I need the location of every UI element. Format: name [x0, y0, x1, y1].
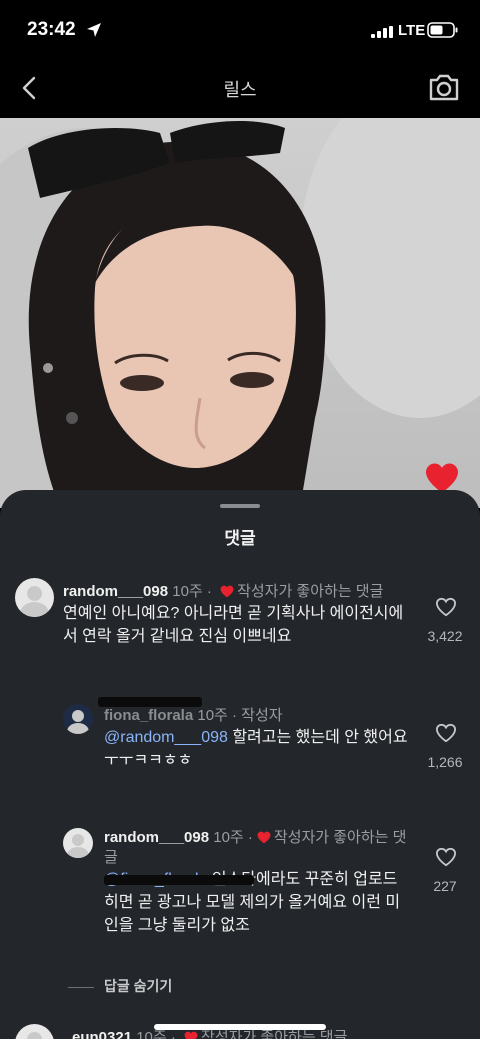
- heart-icon: [257, 831, 271, 844]
- like-heart-icon[interactable]: [435, 597, 457, 617]
- status-time: 23:42: [27, 19, 76, 40]
- like-count: 1,266: [427, 754, 463, 770]
- signal-icon: [371, 26, 393, 38]
- like-heart-icon[interactable]: [435, 723, 457, 743]
- battery-icon: [427, 22, 458, 38]
- comment-time: 10주 ·: [172, 583, 212, 600]
- comment-time: 10주 ·: [213, 829, 253, 846]
- avatar[interactable]: [15, 1024, 54, 1039]
- comment-mention[interactable]: @random___098: [104, 729, 228, 746]
- redaction-scribble: [104, 875, 254, 885]
- comment-meta: random___098 10주 · 작성자가 좋아하는 댓글: [63, 580, 383, 601]
- comment-username[interactable]: random___098: [63, 583, 168, 600]
- like-count: 227: [433, 878, 457, 894]
- page-title: 릴스: [223, 80, 257, 100]
- camera-icon[interactable]: [428, 72, 460, 102]
- like-heart-icon[interactable]: [435, 847, 457, 867]
- comment-username[interactable]: eun0321: [72, 1029, 132, 1039]
- location-arrow-icon: [87, 23, 101, 37]
- sheet-drag-handle[interactable]: [220, 504, 260, 508]
- hide-replies-button[interactable]: 답글 숨기기: [68, 976, 172, 996]
- comment-tag: 작성자가 좋아하는 댓글: [201, 1029, 348, 1039]
- comment-text: 연예인 아니예요? 아니라면 곧 기획사나 에이전시에서 연락 올거 같네요 진…: [63, 602, 413, 648]
- comment-username[interactable]: fiona_florala: [104, 707, 193, 724]
- comment-time: 10주 · 작성자: [197, 707, 283, 724]
- heart-icon: [220, 585, 234, 598]
- avatar[interactable]: [15, 578, 54, 617]
- nav-bar: 릴스: [0, 58, 480, 118]
- reel-video[interactable]: [0, 118, 480, 508]
- network-label: LTE: [398, 22, 426, 39]
- comment-body: 연예인 아니예요? 아니라면 곧 기획사나 에이전시에서 연락 올거 같네요 진…: [63, 605, 404, 645]
- comment-username[interactable]: random___098: [104, 829, 209, 846]
- avatar[interactable]: [63, 828, 93, 858]
- status-bar: 23:42 LTE: [0, 0, 480, 58]
- comments-sheet: 댓글 random___098 10주 · 작성자가 좋아하는 댓글 연예인 아…: [0, 490, 480, 1039]
- comment-meta: random___098 10주 · 작성자가 좋아하는 댓글: [104, 828, 414, 868]
- sheet-title: 댓글: [224, 529, 256, 548]
- comment-meta: fiona_florala 10주 · 작성자: [104, 704, 283, 725]
- like-count: 3,422: [427, 628, 463, 644]
- comment-tag: 작성자가 좋아하는 댓글: [237, 583, 384, 600]
- avatar[interactable]: [63, 704, 93, 734]
- redaction-scribble: [98, 697, 202, 707]
- comment-text: @random___098 할려고는 했는데 안 했어요 ㅜㅜㅋㅋㅎㅎ: [104, 726, 414, 772]
- home-indicator[interactable]: [154, 1024, 326, 1030]
- reel-video-frame: [0, 118, 480, 508]
- heart-icon: [184, 1031, 198, 1039]
- comment-time: 10주 ·: [136, 1029, 176, 1039]
